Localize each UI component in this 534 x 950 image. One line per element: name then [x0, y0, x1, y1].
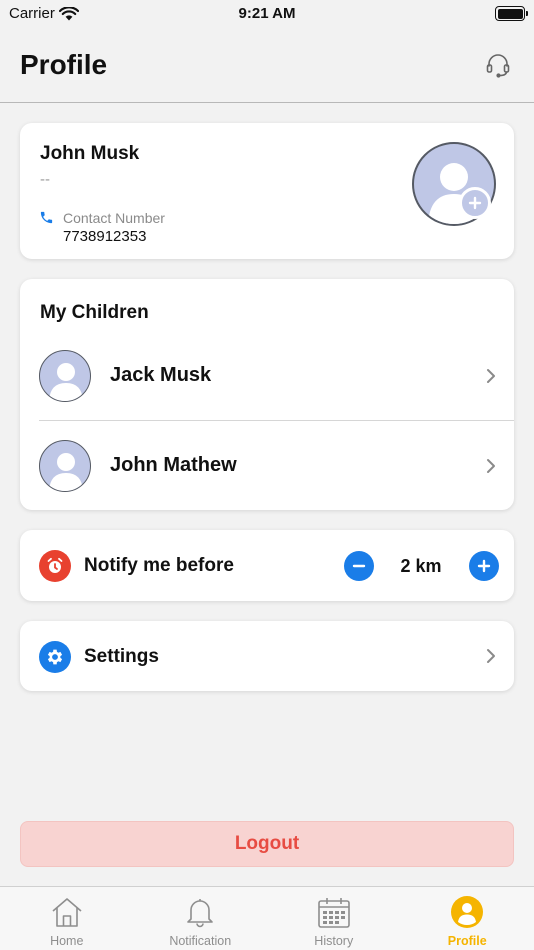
child-row-john-mathew[interactable]: John Mathew [20, 420, 514, 510]
chevron-right-icon [487, 649, 495, 663]
settings-row[interactable]: Settings [20, 621, 514, 691]
children-card: My Children Jack Musk John Mathew [20, 279, 514, 510]
avatar [39, 440, 91, 492]
child-name: John Mathew [110, 454, 237, 476]
chevron-right-icon [487, 459, 495, 473]
child-row-jack-musk[interactable]: Jack Musk [20, 330, 514, 420]
minus-icon [352, 564, 366, 568]
tab-history[interactable]: History [267, 887, 401, 950]
gear-icon [39, 641, 71, 673]
battery-icon [495, 6, 528, 21]
chevron-right-icon [487, 369, 495, 383]
headset-icon [486, 54, 510, 78]
increase-distance-button[interactable] [469, 551, 499, 581]
status-bar: Carrier 9:21 AM [0, 0, 534, 30]
profile-card: John Musk -- Contact Number 7738912353 [20, 123, 514, 259]
home-icon [50, 895, 84, 929]
user-name: John Musk [40, 143, 140, 164]
profile-icon [450, 895, 484, 929]
user-subtitle: -- [40, 171, 50, 188]
calendar-icon [317, 895, 351, 929]
page-title: Profile [20, 49, 108, 80]
decrease-distance-button[interactable] [344, 551, 374, 581]
tab-home[interactable]: Home [0, 887, 134, 950]
tab-label: Notification [169, 934, 232, 948]
tab-bar: Home Notification History Profile [0, 886, 534, 950]
children-title: My Children [40, 302, 149, 323]
contact-number-value: 7738912353 [63, 228, 147, 245]
plus-icon [477, 559, 491, 573]
notify-label: Notify me before [84, 555, 234, 576]
tab-label: Home [50, 934, 84, 948]
settings-label: Settings [84, 646, 159, 667]
notify-distance-value: 2 km [400, 556, 442, 576]
tab-notification[interactable]: Notification [134, 887, 268, 950]
avatar [39, 350, 91, 402]
avatar-placeholder-icon [49, 363, 83, 401]
contact-number-label: Contact Number [63, 210, 165, 226]
logout-button[interactable]: Logout [20, 821, 514, 867]
phone-icon [40, 211, 53, 224]
support-button[interactable] [484, 51, 512, 79]
status-time: 9:21 AM [238, 5, 296, 22]
bell-icon [183, 895, 217, 929]
tab-label: History [314, 934, 354, 948]
tab-label: Profile [447, 934, 487, 948]
header: Profile [0, 30, 534, 103]
avatar-placeholder-icon [49, 453, 83, 491]
alarm-clock-icon [39, 550, 71, 582]
plus-icon [468, 196, 482, 210]
notify-card: Notify me before 2 km [20, 530, 514, 601]
add-photo-button[interactable] [459, 187, 491, 219]
child-name: Jack Musk [110, 364, 212, 386]
tab-profile[interactable]: Profile [401, 887, 534, 950]
